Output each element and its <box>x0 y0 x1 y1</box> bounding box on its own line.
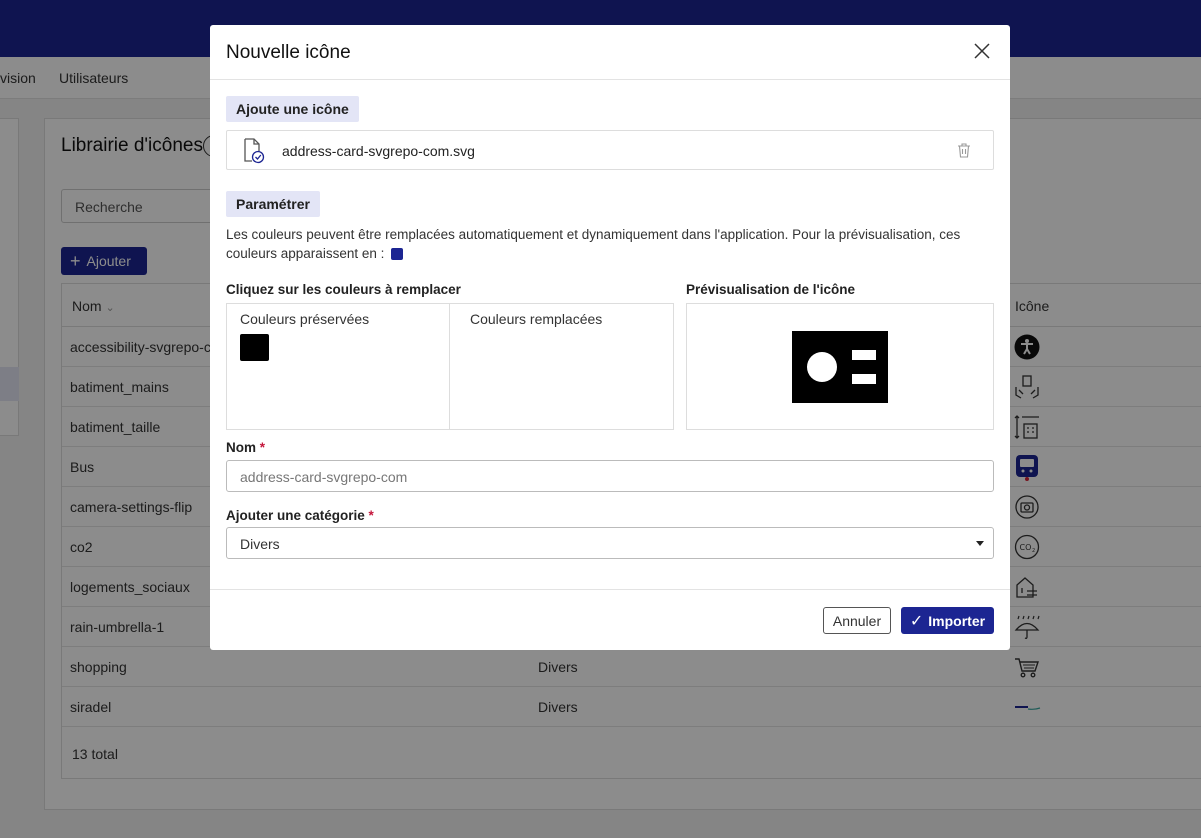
import-button-label: Importer <box>928 612 986 629</box>
dialog-header: Nouvelle icône <box>210 25 1010 80</box>
caret-down-icon <box>976 541 984 546</box>
name-field-label: Nom * <box>226 440 266 455</box>
address-card-icon <box>792 331 888 403</box>
divider <box>449 304 450 429</box>
name-input[interactable]: address-card-svgrepo-com <box>226 460 994 492</box>
dialog-footer: Annuler ✓ Importer <box>210 589 1010 650</box>
preserved-color-swatch[interactable] <box>240 334 269 361</box>
color-picker-panel: Couleurs préservées Couleurs remplacées <box>226 303 674 430</box>
color-replacement-description: Les couleurs peuvent être remplacées aut… <box>226 227 961 261</box>
category-select-value: Divers <box>240 536 280 552</box>
file-name: address-card-svgrepo-com.svg <box>282 143 475 159</box>
import-button[interactable]: ✓ Importer <box>901 607 994 634</box>
replace-colors-label: Cliquez sur les couleurs à remplacer <box>226 282 461 297</box>
new-icon-dialog: Nouvelle icône Ajoute une icône address-… <box>210 25 1010 650</box>
cancel-button[interactable]: Annuler <box>823 607 891 634</box>
check-icon: ✓ <box>909 612 924 630</box>
settings-section-label: Paramétrer <box>226 191 320 217</box>
dialog-title: Nouvelle icône <box>226 42 351 63</box>
preserved-colors-label: Couleurs préservées <box>240 311 370 327</box>
add-icon-section-label: Ajoute une icône <box>226 96 359 122</box>
uploaded-file: address-card-svgrepo-com.svg <box>226 130 994 170</box>
icon-preview-panel <box>686 303 994 430</box>
preview-label: Prévisualisation de l'icône <box>686 282 856 297</box>
category-select[interactable]: Divers <box>226 527 994 559</box>
replaced-colors-label: Couleurs remplacées <box>470 311 603 327</box>
replacement-color-swatch <box>391 248 404 261</box>
trash-icon[interactable] <box>957 143 971 158</box>
close-icon[interactable] <box>970 39 994 63</box>
category-field-label: Ajouter une catégorie * <box>226 508 374 523</box>
file-check-icon <box>244 138 265 164</box>
